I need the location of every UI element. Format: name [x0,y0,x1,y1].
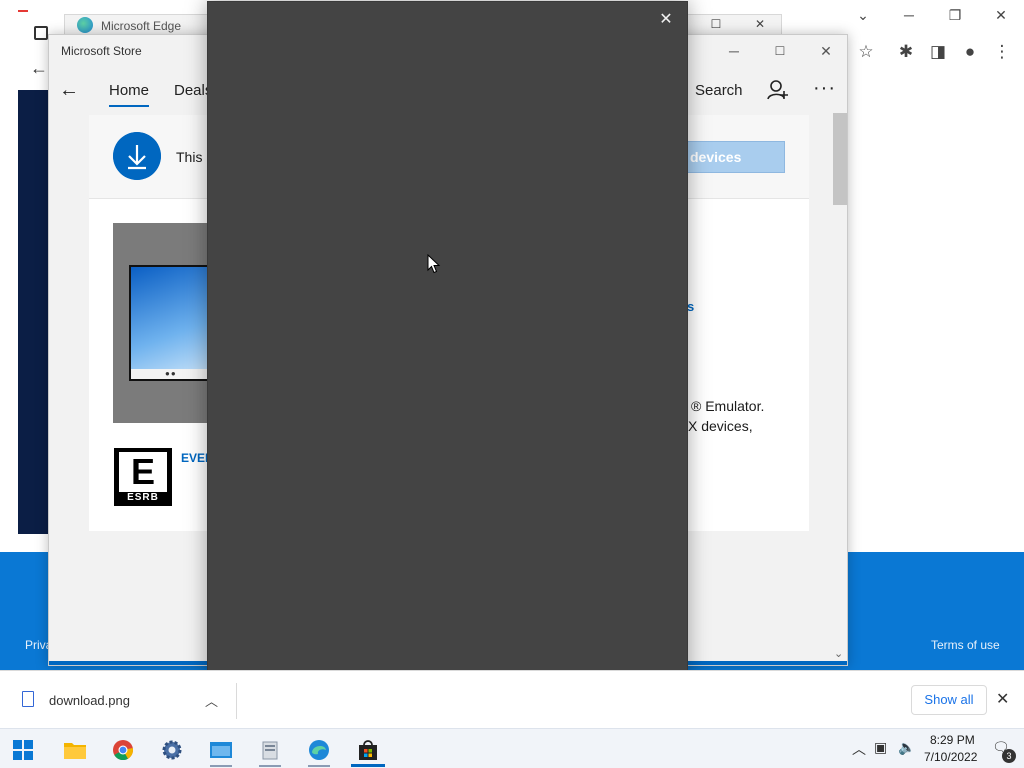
store-minimize-icon[interactable]: ─ [711,39,757,63]
dialog-close-icon[interactable]: ✕ [654,8,678,32]
taskbar-notepad[interactable] [251,733,289,767]
page-dark-panel [18,90,50,534]
mouse-cursor-icon [427,254,441,274]
tab-actions-icon[interactable] [34,26,48,40]
banner-message: This [176,149,203,165]
description-line-2: X devices, [688,418,753,434]
tab-color-accent [18,10,28,12]
dark-dialog: ✕ [207,1,688,684]
esrb-label: ESRB [127,492,159,503]
store-close-icon[interactable]: ✕ [803,39,847,63]
scroll-down-icon[interactable]: ⌄ [834,647,843,660]
taskbar-settings[interactable] [153,733,191,767]
profile-icon[interactable]: ● [958,40,982,64]
network-icon[interactable]: ▣ [874,739,887,756]
details-link[interactable]: s [687,299,694,314]
store-search-button[interactable]: Search [695,82,743,99]
tab-home[interactable]: Home [109,82,150,107]
taskbar-remote-desktop[interactable] [202,733,240,767]
taskbar-file-explorer[interactable] [56,733,94,767]
store-bag-icon [359,740,377,760]
show-all-button[interactable]: Show all [911,685,987,715]
downloads-close-icon[interactable]: ✕ [996,689,1009,709]
store-maximize-icon[interactable]: ☐ [757,39,803,63]
edge-logo-icon [77,17,93,33]
windows-logo-icon [13,740,33,760]
browser-restore-icon[interactable]: ❐ [932,0,978,30]
account-add-icon[interactable] [767,79,789,101]
taskbar: ︿ ▣ 🔈 8:29 PM 7/10/2022 🗨 3 [0,728,1024,768]
browser-close-icon[interactable]: ✕ [978,0,1024,30]
notification-count-badge: 3 [1002,749,1016,763]
browser-menu-icon[interactable]: ⋮ [990,40,1014,64]
download-icon [113,132,161,180]
clock-date[interactable]: 7/10/2022 [924,750,977,764]
side-panel-icon[interactable]: ◨ [926,40,950,64]
bookmark-star-icon[interactable]: ☆ [854,40,878,64]
description-line-1: ® Emulator. [691,398,765,414]
gear-icon [162,740,182,760]
clock-time[interactable]: 8:29 PM [930,733,975,747]
esrb-rating-icon: E ESRB [114,448,172,506]
edge-icon [309,740,329,760]
edge-window-title: Microsoft Edge [101,19,182,33]
start-button[interactable] [4,733,42,767]
browser-minimize-icon[interactable]: ─ [886,0,932,30]
terms-of-use-link[interactable]: Terms of use [931,638,1000,652]
more-options-icon[interactable]: ··· [813,77,836,100]
esrb-letter: E [119,452,167,492]
volume-icon[interactable]: 🔈 [898,739,915,756]
download-options-chevron-icon[interactable]: ︿ [205,691,218,710]
folder-icon [64,743,86,759]
taskbar-microsoft-store[interactable] [349,733,387,767]
taskbar-edge[interactable] [300,733,338,767]
chrome-icon [113,740,134,761]
downloads-bar: download.png ︿ Show all ✕ [0,670,1024,728]
taskbar-chrome[interactable] [104,733,142,767]
download-file-name[interactable]: download.png [49,693,130,708]
store-scrollbar[interactable] [831,113,847,665]
scrollbar-thumb[interactable] [833,113,847,205]
file-image-icon [22,691,34,707]
store-window-title: Microsoft Store [61,44,142,58]
store-back-icon[interactable]: ← [59,79,79,102]
window-app-icon [210,742,232,758]
show-hidden-icons-chevron-icon[interactable]: ︿ [852,739,866,759]
tab-search-chevron-icon[interactable]: ⌄ [840,0,886,30]
document-tool-icon [262,741,278,760]
browser-back-icon[interactable]: ← [30,58,48,79]
downloads-divider [236,683,237,719]
tablet-dots-icon: ●● [165,369,177,378]
extensions-icon[interactable]: ✱ [894,40,918,64]
